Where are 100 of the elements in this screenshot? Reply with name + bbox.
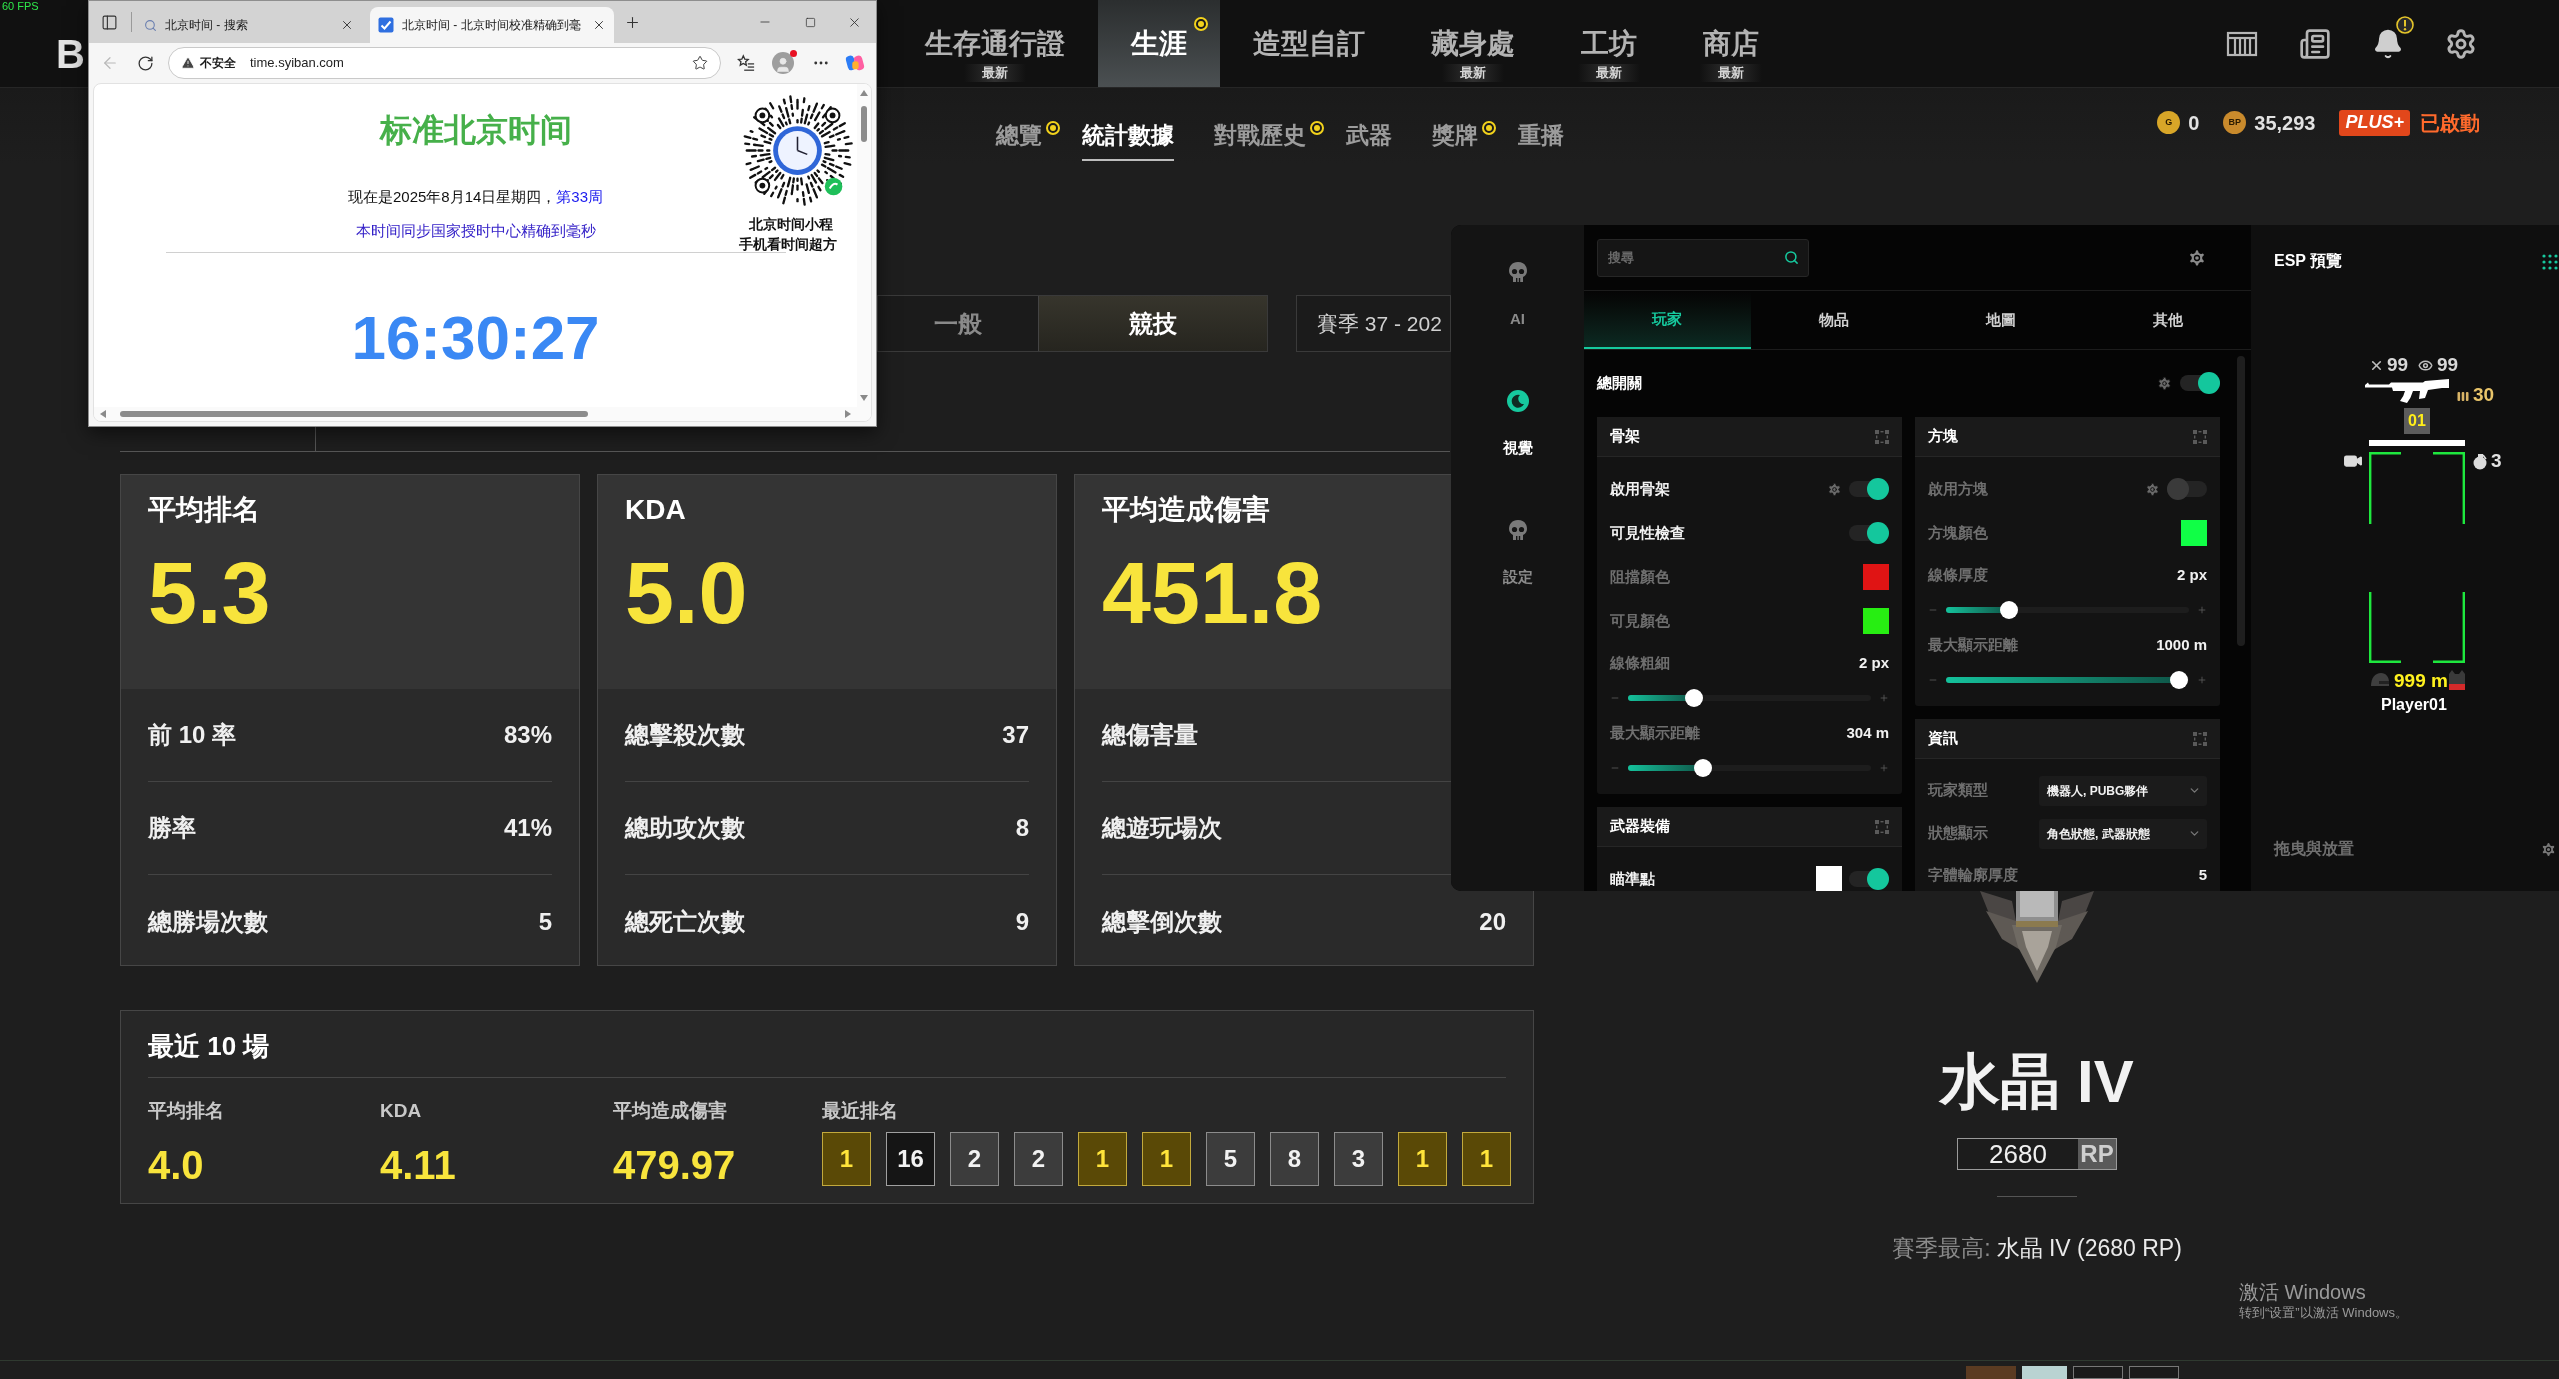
recent-value: 4.11 [380,1143,456,1187]
option-value: 2 px [1859,652,1889,673]
expand-icon[interactable] [2193,731,2207,746]
scroll-left-icon[interactable] [100,410,106,418]
option-label: 玩家類型 [1928,780,1988,801]
slider-thumb[interactable] [1694,759,1713,777]
ammo-count: 30 [2473,385,2495,405]
toggle-switch[interactable] [1849,868,1889,890]
close-tab-icon[interactable] [340,18,354,32]
crate-icon[interactable] [2226,29,2258,58]
favorites-icon[interactable] [737,54,755,72]
sidebar-tab[interactable]: 視覺 [1467,354,1568,483]
mode-tab[interactable]: 競技 [1038,296,1267,351]
rp-unit: RP [2078,1139,2116,1169]
browser-tab[interactable]: 北京时间 - 搜索 [136,7,362,43]
thumbnail-image[interactable] [2129,1366,2179,1379]
season-dropdown[interactable]: 賽季 37 - 202 [1296,295,1451,352]
expand-icon[interactable] [1875,819,1889,834]
close-tab-icon[interactable] [592,18,606,32]
browser-tab[interactable]: 北京时间 - 北京时间校准精确到毫 [370,7,614,43]
sidebar-toggle-icon[interactable] [101,13,118,31]
sub-nav-tab[interactable]: 對戰歷史 [1214,88,1306,165]
slider[interactable] [1628,689,1871,707]
settings-icon[interactable] [2187,247,2207,268]
slider[interactable] [1946,601,2189,619]
player-name: Player01 [2381,695,2447,715]
option-label: 線條粗細 [1610,652,1670,673]
sub-nav-tab[interactable]: 武器 [1346,88,1392,165]
gear-icon[interactable] [2540,841,2557,858]
master-switch-label: 總開關 [1597,372,1642,393]
clock-time: 16:30:27 [351,303,600,373]
toggle-switch[interactable] [1849,478,1889,500]
refresh-icon[interactable] [137,54,154,72]
scrollbar-thumb[interactable] [2237,356,2245,646]
scroll-thumb[interactable] [861,106,867,142]
color-swatch[interactable] [1863,564,1889,590]
scroll-up-icon[interactable] [860,90,868,96]
scroll-down-icon[interactable] [860,395,868,401]
toggle-switch[interactable] [2180,372,2220,394]
mode-tab[interactable]: 一般 [878,296,1038,351]
sub-nav-tab[interactable]: 獎牌 [1432,88,1478,165]
bookmark-star-icon[interactable] [692,55,708,71]
stat-number: 8 [1015,813,1029,843]
option-dropdown[interactable]: 角色狀態, 武器狀態 [2039,818,2207,849]
dots-grid-icon[interactable] [2542,254,2558,270]
moon-icon [1506,390,1529,412]
cross-count: 99 [2387,355,2409,375]
color-swatch[interactable] [1816,866,1842,891]
expand-icon[interactable] [2193,429,2207,444]
avatar-icon[interactable] [772,52,794,74]
category-tab[interactable]: 其他 [2084,291,2251,349]
sub-nav-tab[interactable]: 重播 [1518,88,1564,165]
sub-nav-tab[interactable]: 統計數據 [1082,88,1174,165]
nav-tab[interactable]: 造型自訂 [1220,0,1398,87]
season-best-value: 水晶 IV (2680 RP) [1996,1234,2182,1263]
category-tab[interactable]: 地圖 [1917,291,2085,349]
color-swatch[interactable] [2181,520,2207,546]
settings-icon[interactable] [2445,27,2477,60]
category-tab[interactable]: 物品 [1750,291,1918,349]
skull-icon [1506,261,1529,283]
toggle-switch[interactable] [2167,478,2207,500]
bell-icon[interactable] [2372,27,2404,60]
search-field[interactable]: 搜尋 [1597,238,1809,277]
thumbnail-image[interactable] [2073,1366,2123,1379]
stat-number: 9 [1015,906,1029,937]
week-link[interactable]: 第33周 [556,188,604,205]
scroll-right-icon[interactable] [845,410,851,418]
nav-tab[interactable]: 生涯 [1098,0,1220,87]
gear-icon[interactable] [1827,481,1842,497]
toggle-switch[interactable] [1849,522,1889,544]
sidebar-tab[interactable]: 設定 [1467,483,1568,612]
maximize-icon[interactable] [805,16,816,28]
address-bar[interactable]: 不安全 time.syiban.com [168,47,721,79]
stat-label: 總死亡次數 [625,906,745,937]
slider-thumb[interactable] [2000,601,2019,619]
option-value: 5 [2198,864,2207,885]
slider-thumb[interactable] [2170,671,2189,689]
option-dropdown[interactable]: 機器人, PUBG夥伴 [2039,775,2207,806]
copilot-icon[interactable] [845,53,865,73]
rank-chip: 1 [822,1132,871,1186]
activation-notice-hint: 转到“设置”以激活 Windows。 [2239,1304,2408,1322]
slider[interactable] [1946,671,2189,689]
thumbnail-image[interactable] [2022,1366,2067,1379]
sidebar-tab[interactable]: AI [1467,225,1568,354]
expand-icon[interactable] [1875,429,1889,444]
newspaper-icon[interactable] [2299,27,2331,60]
scroll-thumb[interactable] [120,411,588,417]
gear-icon[interactable] [2145,481,2160,497]
stat-title: 平均造成傷害 [1102,495,1270,525]
sync-link[interactable]: 本时间同步国家授时中心精确到毫秒 [355,220,596,242]
option-label: 方塊顏色 [1928,522,1988,543]
search-icon[interactable] [1784,249,1799,265]
thumbnail-image[interactable] [1966,1366,2016,1379]
gear-icon[interactable] [2157,375,2172,391]
slider[interactable] [1628,759,1871,777]
color-swatch[interactable] [1863,608,1889,634]
stat-number: 83% [503,720,552,750]
slider-thumb[interactable] [1684,689,1703,707]
option-label: 啟用骨架 [1610,478,1670,499]
sub-nav-tab[interactable]: 總覽 [996,88,1042,165]
